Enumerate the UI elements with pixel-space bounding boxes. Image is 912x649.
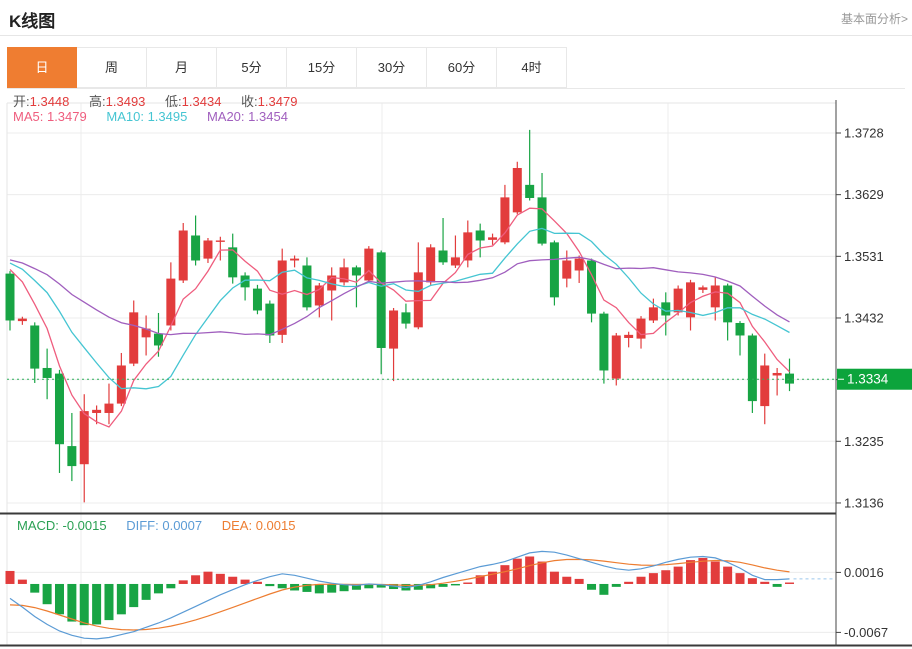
dea-line	[9, 558, 790, 631]
current-price-badge: 1.3334	[837, 368, 912, 390]
dea-value: 0.0015	[255, 518, 296, 533]
svg-text:-0.0067: -0.0067	[844, 625, 888, 640]
ma10-line	[9, 227, 790, 390]
diff-label: DIFF:	[126, 518, 159, 533]
high-value: 1.3493	[105, 94, 146, 109]
svg-text:1.3728: 1.3728	[844, 126, 884, 141]
ma20-value: 1.3454	[248, 109, 288, 124]
ma-indicator-row: MA5: 1.3479 MA10: 1.3495 MA20: 1.3454	[13, 109, 304, 124]
svg-text:1.3432: 1.3432	[844, 310, 884, 325]
tab-period-6[interactable]: 60分	[427, 47, 497, 88]
open-label: 开:	[13, 94, 30, 109]
macd-value: -0.0015	[62, 518, 107, 533]
macd-label: MACD:	[17, 518, 59, 533]
svg-text:0.0016: 0.0016	[844, 565, 884, 580]
svg-text:1.3235: 1.3235	[844, 434, 884, 449]
tab-period-4[interactable]: 15分	[287, 47, 357, 88]
close-label: 收:	[241, 94, 258, 109]
macd-indicator-row: MACD: -0.0015 DIFF: 0.0007 DEA: 0.0015	[17, 518, 311, 533]
svg-text:1.3334: 1.3334	[847, 372, 889, 387]
low-value: 1.3434	[181, 94, 222, 109]
ma5-value: 1.3479	[46, 109, 87, 124]
low-label: 低:	[165, 94, 182, 109]
svg-text:1.3531: 1.3531	[844, 249, 884, 264]
period-tabs: 日周月 5分 15分 30分 60分 4时	[7, 47, 905, 89]
tab-period-1[interactable]: 周	[77, 47, 147, 88]
diff-value: 0.0007	[162, 518, 203, 533]
tab-period-0[interactable]: 日	[7, 47, 77, 88]
high-label: 高:	[89, 94, 106, 109]
svg-text:1.3136: 1.3136	[844, 495, 884, 510]
close-value: 1.3479	[257, 94, 298, 109]
ma10-value: 1.3495	[147, 109, 188, 124]
tab-period-5[interactable]: 30分	[357, 47, 427, 88]
tab-period-3[interactable]: 5分	[217, 47, 287, 88]
kline-widget: K线图 基本面分析> 日周月 5分 15分 30分 60分 4时 开:1.3448 高:1…	[0, 0, 912, 649]
candles-layer	[5, 129, 794, 503]
tab-period-2[interactable]: 月	[147, 47, 217, 88]
ma20-label: MA20:	[206, 109, 245, 124]
ma10-label: MA10:	[106, 109, 144, 124]
dea-label: DEA:	[221, 518, 253, 533]
macd-histogram-layer	[5, 556, 794, 626]
svg-text:1.3629: 1.3629	[844, 187, 884, 202]
open-value: 1.3448	[29, 94, 70, 109]
ohlc-indicator-row: 开:1.3448 高:1.3493 低:1.3434 收:1.3479	[13, 91, 313, 110]
tab-period-7[interactable]: 4时	[497, 47, 567, 88]
ma5-label: MA5:	[13, 109, 44, 124]
